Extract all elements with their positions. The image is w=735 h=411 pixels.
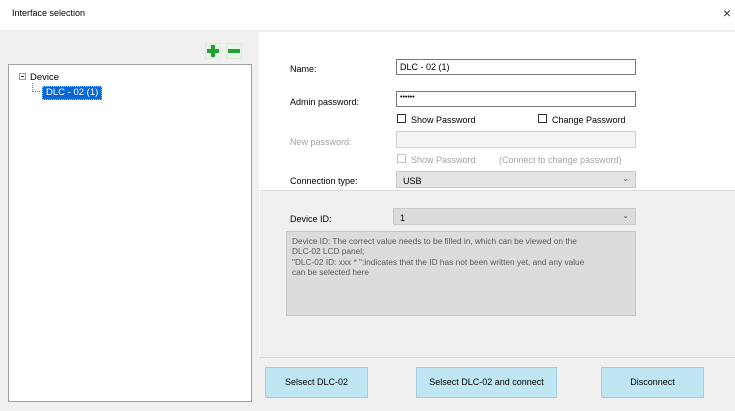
- show-password-disabled-label: Show Password: [411, 155, 476, 165]
- disconnect-button[interactable]: Disconnect: [601, 367, 704, 398]
- show-password-disabled-checkbox[interactable]: [397, 154, 406, 163]
- add-device-button[interactable]: [205, 43, 221, 59]
- chevron-down-icon: ⌄: [622, 211, 629, 220]
- show-password-checkbox[interactable]: [397, 114, 406, 123]
- minus-icon: [228, 49, 240, 53]
- tree-root-label: Device: [30, 72, 60, 83]
- tree-node-selected[interactable]: DLC - 02 (1): [42, 86, 103, 100]
- device-id-select[interactable]: 1 ⌄: [393, 208, 636, 225]
- admin-password-input[interactable]: ••••••: [396, 91, 636, 107]
- collapse-icon[interactable]: [19, 73, 26, 80]
- name-input[interactable]: DLC - 02 (1): [396, 59, 636, 75]
- change-password-checkbox[interactable]: [538, 114, 547, 123]
- device-tree-panel: Device DLC - 02 (1): [8, 64, 252, 402]
- select-device-button[interactable]: Selsect DLC-02: [265, 367, 368, 398]
- change-password-label: Change Password: [552, 115, 626, 125]
- device-id-value: 1: [400, 213, 406, 223]
- tree-connector: [32, 83, 40, 92]
- connection-type-value: USB: [403, 176, 422, 186]
- window-title: Interface selection: [12, 8, 86, 18]
- connection-type-select[interactable]: USB ⌄: [396, 171, 636, 188]
- name-label: Name:: [290, 64, 317, 74]
- select-and-connect-button[interactable]: Selsect DLC-02 and connect: [416, 367, 557, 398]
- description-line: DLC-02 LCD panel;: [292, 246, 365, 257]
- close-button[interactable]: ×: [719, 4, 735, 22]
- description-line: "DLC-02 ID: xxx * ":indicates that the I…: [292, 256, 585, 267]
- title-bar: Interface selection ×: [0, 0, 735, 31]
- connection-type-label: Connection type:: [290, 176, 358, 186]
- show-password-label: Show Password: [411, 115, 476, 125]
- description-line: can be selected here: [292, 266, 370, 277]
- connect-hint: (Connect to change password): [499, 155, 622, 165]
- new-password-label: New password:: [290, 137, 352, 147]
- admin-password-label: Admin password:: [290, 97, 360, 107]
- device-id-description: Device ID: The correct value needs to be…: [286, 231, 636, 316]
- device-id-label: Device ID:: [290, 214, 332, 224]
- chevron-down-icon: ⌄: [622, 174, 629, 183]
- remove-device-button[interactable]: [226, 43, 242, 59]
- description-line: Device ID: The correct value needs to be…: [292, 236, 577, 246]
- new-password-input[interactable]: [396, 131, 636, 148]
